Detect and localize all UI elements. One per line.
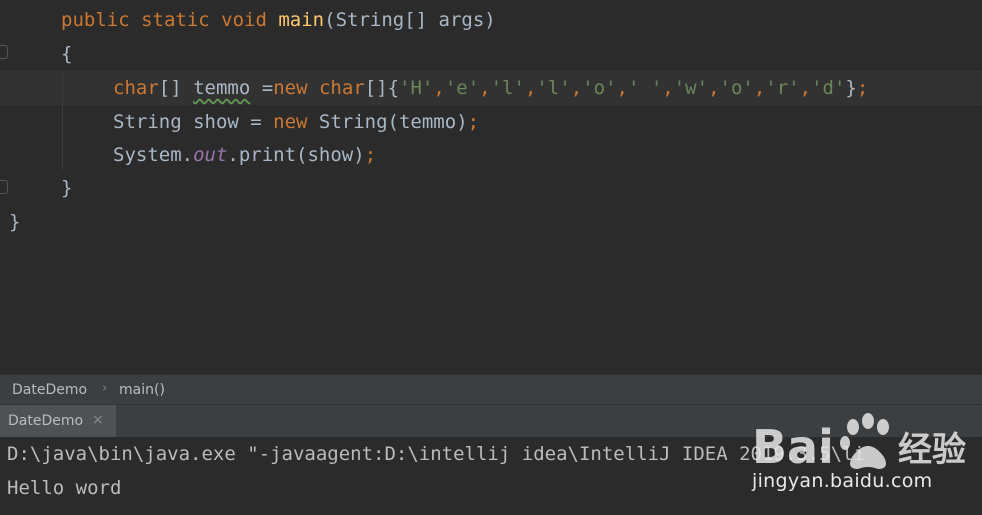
code-token: (String[] args): [324, 9, 496, 31]
code-token: 'H': [399, 77, 434, 99]
code-line[interactable]: public static void main(String[] args): [61, 3, 496, 37]
run-tool-window-tabs: DateDemo ×: [0, 404, 982, 437]
code-token: ,: [799, 77, 812, 99]
code-token: .print(show): [227, 144, 365, 166]
code-token: static: [141, 9, 222, 31]
code-token: char: [318, 77, 365, 99]
code-editor[interactable]: public static void main(String[] args) {…: [0, 0, 982, 374]
fold-marker-icon[interactable]: [0, 180, 8, 194]
fold-marker-icon[interactable]: [0, 45, 8, 59]
code-line[interactable]: {: [61, 37, 72, 71]
code-token: main: [278, 9, 325, 31]
code-token: 'o': [582, 77, 617, 99]
code-token: void: [221, 9, 279, 31]
code-token: temmo: [193, 77, 251, 99]
code-token: char: [113, 77, 159, 99]
code-token: }: [845, 77, 857, 99]
code-token: ,: [708, 77, 720, 99]
code-token: out: [193, 144, 228, 166]
tab-label: DateDemo: [8, 413, 84, 429]
code-token: String(temmo): [318, 111, 468, 133]
console-line-command: D:\java\bin\java.exe "-javaagent:D:\inte…: [7, 443, 865, 465]
code-line[interactable]: System.out.print(show);: [113, 138, 376, 172]
code-token: 'l': [536, 77, 571, 99]
code-token: ,: [433, 77, 445, 99]
code-token: =: [250, 77, 274, 99]
console-line-output: Hello word: [7, 477, 122, 499]
code-line[interactable]: char[] temmo =new char[]{'H','e','l','l'…: [113, 71, 868, 105]
code-token: 'r': [765, 77, 800, 99]
code-token: ,: [479, 77, 491, 99]
code-token: String show =: [113, 111, 274, 133]
code-token: []{: [364, 77, 400, 99]
code-token: 'e': [444, 77, 480, 99]
code-token: ;: [856, 77, 869, 99]
code-token: public: [61, 9, 142, 31]
code-token: System.: [113, 144, 194, 166]
code-token: ,: [662, 77, 674, 99]
indent-guide: [62, 70, 63, 170]
code-line[interactable]: }: [61, 171, 72, 205]
code-token: ,: [570, 77, 583, 99]
breadcrumb-item-method[interactable]: main(): [119, 382, 165, 398]
code-token: 'd': [811, 77, 846, 99]
code-line[interactable]: String show = new String(temmo);: [113, 105, 479, 139]
watermark-url: jingyan.baidu.com: [752, 470, 933, 492]
code-token: ;: [364, 144, 377, 166]
code-line[interactable]: }: [9, 205, 20, 239]
code-token: []: [158, 77, 194, 99]
close-icon[interactable]: ×: [92, 412, 104, 428]
code-token: }: [9, 211, 21, 233]
code-token: 'w': [673, 77, 709, 99]
code-token: ,: [616, 77, 628, 99]
code-token: new: [273, 77, 319, 99]
code-token: ' ': [627, 77, 663, 99]
code-token: }: [61, 177, 73, 199]
code-token: new: [273, 111, 319, 133]
breadcrumb-item-class[interactable]: DateDemo: [12, 382, 87, 398]
tab-run-datedemo[interactable]: DateDemo ×: [0, 405, 116, 437]
code-token: 'o': [719, 77, 754, 99]
breadcrumb-separator: ›: [102, 381, 108, 396]
code-token: ,: [524, 77, 537, 99]
code-token: {: [61, 43, 73, 65]
code-token: ;: [467, 111, 480, 133]
code-token: 'l': [490, 77, 525, 99]
breadcrumb: DateDemo › main(): [0, 374, 982, 404]
code-token: ,: [753, 77, 766, 99]
